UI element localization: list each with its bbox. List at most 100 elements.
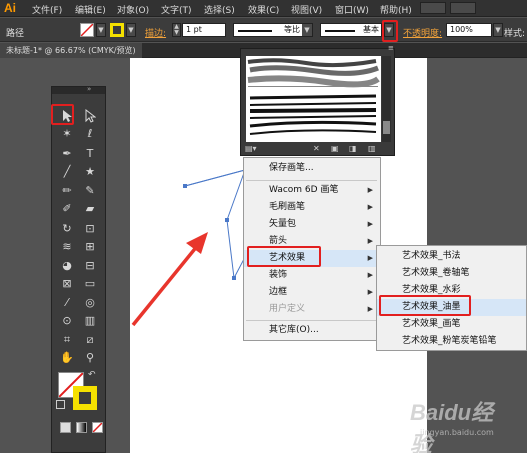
menu-item-vector-pack[interactable]: 矢量包 ▶ [244, 216, 380, 233]
arrange-docs-button[interactable] [450, 2, 476, 14]
free-transform-icon[interactable]: ⊞ [80, 238, 100, 256]
submenu-item-scroll-pen[interactable]: 艺术效果_卷轴笔 [377, 265, 526, 282]
delete-brush-icon[interactable]: ▥ [368, 144, 376, 153]
submenu-item-chalk-charcoal[interactable]: 艺术效果_粉笔炭笔铅笔 [377, 333, 526, 350]
mesh-icon[interactable]: ⊠ [57, 275, 77, 293]
stroke-weight-field[interactable]: 1 pt [182, 23, 226, 37]
selection-tool-highlight [51, 104, 74, 125]
submenu-item-calligraphic[interactable]: 艺术效果_书法 [377, 248, 526, 265]
brush-definition[interactable]: 基本 [320, 23, 382, 37]
profile-label: 等比 [284, 25, 300, 34]
document-tab[interactable]: 未标题-1* @ 66.67% (CMYK/预览) [0, 43, 142, 58]
brushes-panel: ▤▾ ✕ ▣ ◨ ▥ [240, 48, 395, 156]
menu-bar: Ai 文件(F) 编辑(E) 对象(O) 文字(T) 选择(S) 效果(C) 视… [0, 0, 527, 17]
blob-brush-icon[interactable]: ✐ [57, 200, 77, 218]
menu-item-other-library[interactable]: 其它库(O)... [244, 322, 380, 339]
watermark: Baidu经验 jingyan.baidu.com [400, 395, 510, 453]
brush-panel-footer: ▤▾ ✕ ▣ ◨ ▥ [241, 144, 394, 156]
stroke-dropdown[interactable]: ▼ [126, 23, 136, 37]
profile-line [238, 30, 272, 32]
default-colors-icon[interactable] [56, 400, 65, 409]
menu-item-user-defined: 用户定义 ▶ [269, 304, 373, 314]
watermark-url: jingyan.baidu.com [420, 428, 494, 437]
menu-file[interactable]: 文件(F) [32, 3, 62, 16]
hand-icon[interactable]: ✋ [57, 349, 77, 367]
tools-panel-header[interactable]: » [52, 85, 105, 94]
slice-icon[interactable]: ⧄ [80, 331, 100, 349]
pencil-icon[interactable]: ✎ [80, 182, 100, 200]
scroll-thumb[interactable] [383, 121, 390, 134]
brush-dropdown-highlight [382, 20, 398, 42]
width-icon[interactable]: ≋ [57, 238, 77, 256]
perspective-icon[interactable]: ⊟ [80, 257, 100, 275]
no-fill-icon [81, 24, 93, 36]
menu-effect[interactable]: 效果(C) [248, 3, 279, 16]
none-mode-icon[interactable] [92, 422, 103, 433]
menu-type[interactable]: 文字(T) [161, 3, 192, 16]
magic-wand-icon[interactable]: ✶ [57, 125, 77, 143]
gradient-mode-icon[interactable] [76, 422, 87, 433]
blend-icon[interactable]: ◎ [80, 294, 100, 312]
direct-selection-icon[interactable] [80, 107, 100, 125]
menu-separator [246, 180, 377, 181]
stroke-swatch[interactable] [110, 23, 124, 37]
brush-line [325, 30, 355, 32]
rectangle-icon[interactable]: ★ [80, 163, 100, 181]
brush-options-icon[interactable]: ▣ [331, 144, 339, 153]
style-label: 样式: [504, 29, 526, 39]
rotate-icon[interactable]: ↻ [57, 220, 77, 238]
bridge-button[interactable] [420, 2, 446, 14]
lasso-icon[interactable]: ℓ [80, 125, 100, 143]
menu-window[interactable]: 窗口(W) [335, 3, 369, 16]
stroke-label[interactable]: 描边: [145, 26, 166, 39]
variable-width-profile[interactable]: 等比 ▼ [233, 23, 313, 37]
menu-item-wacom[interactable]: Wacom 6D 画笔 ▶ [244, 182, 380, 199]
collapse-icon[interactable]: » [87, 85, 91, 93]
line-icon[interactable]: ╱ [57, 163, 77, 181]
chevron-down-icon[interactable]: ▼ [302, 24, 312, 36]
brush-scrollbar[interactable] [382, 56, 391, 142]
artboard-icon[interactable]: ⌗ [57, 331, 77, 349]
stroke-weight-stepper[interactable]: ▲ ▼ [172, 23, 181, 37]
zoom-icon[interactable]: ⚲ [80, 349, 100, 367]
menu-help[interactable]: 帮助(H) [380, 3, 412, 16]
opacity-label[interactable]: 不透明度: [403, 26, 442, 39]
opacity-field[interactable]: 100% [446, 23, 492, 37]
brush-list[interactable] [246, 56, 381, 142]
menu-item-borders[interactable]: 边框 ▶ [244, 284, 380, 301]
submenu-item-paintbrush[interactable]: 艺术效果_画笔 [377, 316, 526, 333]
watermark-brand: Baidu经验 [410, 400, 494, 453]
app-logo: Ai [4, 1, 16, 15]
column-graph-icon[interactable]: ▥ [80, 312, 100, 330]
opacity-dropdown[interactable]: ▼ [493, 23, 503, 37]
menu-item-bristle[interactable]: 毛刷画笔 ▶ [244, 199, 380, 216]
new-brush-icon[interactable]: ◨ [349, 144, 357, 153]
stroke-color-box[interactable] [73, 386, 97, 410]
eyedropper-icon[interactable]: ⁄ [57, 294, 77, 312]
remove-stroke-icon[interactable]: ✕ [313, 144, 320, 153]
menu-item-save-brushes[interactable]: 保存画笔... [244, 160, 380, 177]
menu-select[interactable]: 选择(S) [204, 3, 235, 16]
menu-object[interactable]: 对象(O) [117, 3, 149, 16]
gradient-icon[interactable]: ▭ [80, 275, 100, 293]
shape-builder-icon[interactable]: ◕ [57, 257, 77, 275]
fill-dropdown[interactable]: ▼ [96, 23, 106, 37]
menu-view[interactable]: 视图(V) [291, 3, 322, 16]
brush-label: 基本 [363, 25, 379, 34]
menu-item-decorative[interactable]: 装饰 ▶ [244, 267, 380, 284]
brush-library-icon[interactable]: ▤▾ [245, 144, 257, 153]
control-bar: 路径 ▼ ▼ 描边: ▲ ▼ 1 pt 等比 ▼ 基本 ▼ 不透明度: 100% … [0, 18, 527, 42]
panel-menu-icon[interactable]: ≡ [388, 44, 394, 52]
path-label: 路径 [6, 29, 25, 39]
color-mode-icon[interactable] [60, 422, 71, 433]
eraser-icon[interactable]: ▰ [80, 200, 100, 218]
fill-swatch[interactable] [80, 23, 94, 37]
menu-edit[interactable]: 编辑(E) [75, 3, 106, 16]
type-icon[interactable]: T [80, 145, 100, 163]
pen-icon[interactable]: ✒ [57, 145, 77, 163]
tools-panel: » ✶ ℓ ✒ T ╱ ★ ✏ ✎ ✐ ▰ ↻ ⊡ ≋ ⊞ ◕ ⊟ ⊠ ▭ ⁄ … [51, 85, 106, 453]
swap-icon[interactable]: ↶ [88, 370, 96, 380]
symbol-sprayer-icon[interactable]: ⊙ [57, 312, 77, 330]
scale-icon[interactable]: ⊡ [80, 220, 100, 238]
paintbrush-icon[interactable]: ✏ [57, 182, 77, 200]
